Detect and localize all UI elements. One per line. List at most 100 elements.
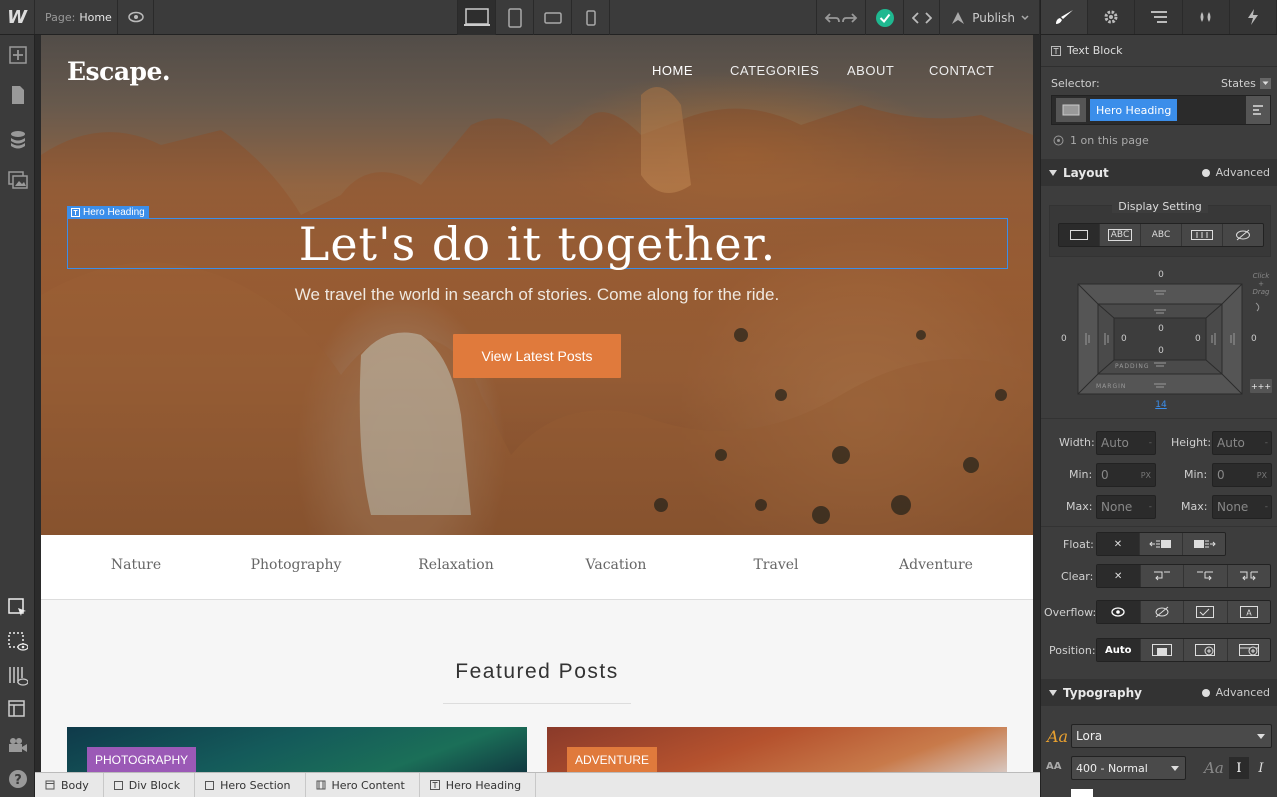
clear-left-button[interactable] — [1140, 565, 1184, 587]
featured-posts-heading[interactable]: Featured Posts — [41, 660, 1033, 684]
tablet-icon[interactable] — [495, 0, 533, 35]
position-absolute-icon[interactable] — [1184, 639, 1228, 661]
navigator-icon[interactable] — [1135, 0, 1183, 34]
category-link-adventure[interactable]: Adventure — [856, 557, 1016, 573]
float-right-button[interactable] — [1183, 533, 1225, 555]
display-inline-block-button[interactable]: ABC — [1100, 224, 1141, 246]
help-icon[interactable]: ? — [8, 769, 28, 789]
selector-field[interactable]: Hero Heading — [1051, 95, 1271, 125]
margin-right-value[interactable]: 0 — [1251, 334, 1257, 344]
float-left-button[interactable] — [1140, 533, 1183, 555]
breadcrumb-item-div-block[interactable]: Div Block — [104, 772, 196, 797]
publish-button[interactable]: Publish — [940, 0, 1040, 35]
add-icon[interactable] — [8, 45, 28, 65]
settings-gear-icon[interactable] — [1088, 0, 1136, 34]
undo-redo[interactable] — [816, 0, 867, 35]
style-brush-icon[interactable] — [1041, 0, 1089, 34]
overflow-visible-eye-icon[interactable] — [1097, 601, 1141, 623]
height-input[interactable]: Auto - — [1212, 431, 1272, 455]
overflow-hidden-icon[interactable] — [1140, 601, 1184, 623]
checkmark-icon[interactable] — [866, 0, 905, 35]
padding-left-value[interactable]: 0 — [1121, 334, 1127, 344]
padding-right-value[interactable]: 0 — [1195, 334, 1201, 344]
text-style-normal-icon[interactable]: I — [1229, 757, 1249, 779]
hero-subheading[interactable]: We travel the world in search of stories… — [41, 285, 1033, 305]
margin-bottom-value[interactable]: 14 — [1155, 400, 1167, 410]
category-link-nature[interactable]: Nature — [56, 557, 216, 573]
max-width-input[interactable]: None - — [1096, 495, 1156, 519]
category-link-travel[interactable]: Travel — [696, 557, 856, 573]
advanced-toggle[interactable]: Advanced — [1201, 166, 1270, 179]
nav-link-home[interactable]: HOME — [652, 63, 693, 78]
mobile-portrait-icon[interactable] — [571, 0, 609, 35]
display-none-button[interactable] — [1223, 224, 1263, 246]
design-canvas[interactable]: Escape. HOME CATEGORIES ABOUT CONTACT He… — [41, 35, 1033, 772]
text-style-italic-icon[interactable]: I — [1251, 757, 1271, 779]
hero-heading[interactable]: Let's do it together. — [67, 217, 1008, 271]
font-family-select[interactable]: Lora — [1071, 724, 1272, 748]
post-badge[interactable]: PHOTOGRAPHY — [87, 747, 197, 772]
display-flex-button[interactable] — [1182, 224, 1223, 246]
padding-top-value[interactable]: 0 — [1155, 324, 1167, 334]
breadcrumb-item-hero-section[interactable]: Hero Section — [195, 772, 306, 797]
margin-top-value[interactable]: 0 — [1155, 270, 1167, 280]
states-dropdown[interactable]: States — [1221, 77, 1271, 90]
display-inline-button[interactable]: ABC — [1141, 224, 1182, 246]
typography-section-header[interactable]: Typography Advanced — [1041, 679, 1277, 706]
category-link-vacation[interactable]: Vacation — [536, 557, 696, 573]
float-none-button[interactable]: ✕ — [1097, 533, 1140, 555]
post-badge[interactable]: ADVENTURE — [567, 747, 658, 772]
page-selector[interactable]: Page: Home — [35, 0, 118, 34]
post-card-photography[interactable]: PHOTOGRAPHY — [67, 727, 527, 772]
width-input[interactable]: Auto - — [1096, 431, 1156, 455]
layout-section-header[interactable]: Layout Advanced — [1041, 159, 1277, 186]
layout-view-icon[interactable] — [8, 700, 28, 720]
clear-both-button[interactable] — [1227, 565, 1270, 587]
category-link-photography[interactable]: Photography — [216, 557, 376, 573]
interactions-bolt-icon[interactable] — [1230, 0, 1277, 34]
show-edges-icon[interactable] — [8, 632, 28, 652]
breadcrumb-item-body[interactable]: Body — [35, 772, 104, 797]
clear-none-button[interactable]: ✕ — [1097, 565, 1141, 587]
min-height-input[interactable]: 0 PX — [1212, 463, 1272, 487]
cms-icon[interactable] — [8, 130, 28, 150]
style-manager-drops-icon[interactable] — [1183, 0, 1230, 34]
pages-icon[interactable] — [8, 85, 28, 105]
post-card-adventure[interactable]: ADVENTURE — [547, 727, 1007, 772]
position-relative-icon[interactable] — [1140, 639, 1184, 661]
preview-eye-icon[interactable] — [118, 0, 154, 34]
padding-bottom-value[interactable]: 0 — [1155, 346, 1167, 356]
nav-link-contact[interactable]: CONTACT — [929, 63, 994, 78]
selector-menu-icon[interactable] — [1246, 96, 1270, 124]
max-height-input[interactable]: None - — [1212, 495, 1272, 519]
position-auto-button[interactable]: Auto — [1097, 639, 1141, 661]
assets-icon[interactable] — [8, 170, 28, 190]
video-tutorial-icon[interactable] — [8, 735, 28, 755]
view-latest-posts-button[interactable]: View Latest Posts — [453, 334, 621, 378]
select-element-icon[interactable] — [8, 598, 28, 618]
breadcrumb-item-hero-content[interactable]: Hero Content — [306, 772, 420, 797]
overflow-scroll-icon[interactable] — [1184, 601, 1228, 623]
min-width-input[interactable]: 0 PX — [1096, 463, 1156, 487]
box-model-editor[interactable]: 0 0 0 14 0 0 0 0 PADDING MARGIN Click + … — [1047, 263, 1275, 413]
webflow-logo[interactable]: W — [0, 0, 35, 34]
mobile-landscape-icon[interactable] — [533, 0, 571, 35]
clear-right-button[interactable] — [1184, 565, 1228, 587]
code-icon[interactable] — [904, 0, 941, 35]
nav-link-about[interactable]: ABOUT — [847, 63, 894, 78]
grid-overlay-icon[interactable] — [8, 666, 28, 686]
font-weight-select[interactable]: 400 - Normal — [1071, 756, 1186, 780]
desktop-icon[interactable] — [457, 0, 495, 35]
nav-link-categories[interactable]: CATEGORIES — [730, 63, 819, 78]
overflow-auto-icon[interactable]: A — [1227, 601, 1270, 623]
site-brand-logo[interactable]: Escape. — [67, 57, 171, 86]
category-link-relaxation[interactable]: Relaxation — [376, 557, 536, 573]
more-options-icon[interactable]: +++ — [1250, 379, 1272, 393]
margin-left-value[interactable]: 0 — [1061, 334, 1067, 344]
breadcrumb-item-hero-heading[interactable]: Hero Heading — [420, 772, 537, 797]
font-color-swatch[interactable] — [1071, 789, 1093, 797]
advanced-toggle[interactable]: Advanced — [1201, 686, 1270, 699]
hero-section[interactable]: Escape. HOME CATEGORIES ABOUT CONTACT He… — [41, 35, 1033, 535]
display-block-button[interactable] — [1059, 224, 1100, 246]
selector-class-chip[interactable]: Hero Heading — [1090, 99, 1178, 121]
